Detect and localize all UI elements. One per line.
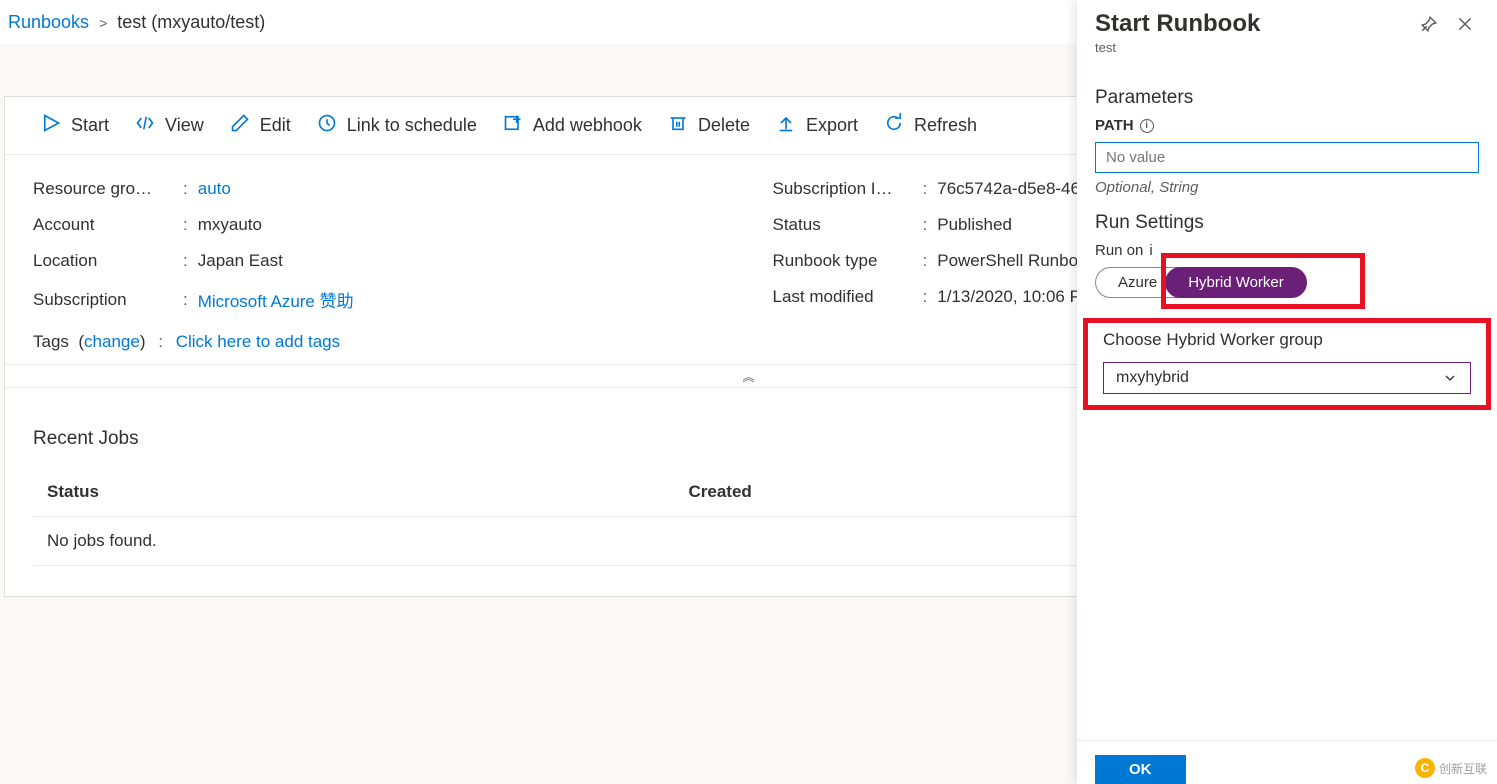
sub-key: Subscription [33, 290, 173, 310]
acct-key: Account [33, 215, 173, 235]
blade-subtitle: test [1095, 40, 1407, 55]
rg-key: Resource gro… [33, 179, 173, 199]
info-icon[interactable]: i [1140, 119, 1154, 133]
chevron-down-icon [1442, 370, 1458, 386]
run-on-toggle: Azure Hybrid Worker [1095, 267, 1307, 298]
parameters-heading: Parameters [1095, 87, 1479, 109]
ok-button[interactable]: OK [1095, 755, 1186, 784]
kv-account: Account: mxyauto [33, 207, 725, 243]
play-icon [41, 113, 61, 138]
col-status[interactable]: Status [47, 482, 689, 502]
acct-value: mxyauto [198, 215, 725, 235]
blade-title: Start Runbook [1095, 10, 1407, 38]
path-hint: Optional, String [1095, 179, 1479, 196]
hwg-select[interactable]: mxyhybrid [1103, 362, 1471, 394]
run-on-text: Run on [1095, 242, 1143, 259]
export-button[interactable]: Export [764, 106, 870, 146]
lm-key: Last modified [773, 287, 913, 307]
watermark-text: 创新互联 [1439, 760, 1487, 777]
export-label: Export [806, 115, 858, 136]
hwg-label: Choose Hybrid Worker group [1103, 330, 1471, 350]
run-on-label: Run on i [1095, 242, 1479, 259]
edit-button[interactable]: Edit [218, 106, 303, 146]
breadcrumb-root[interactable]: Runbooks [8, 12, 89, 33]
loc-key: Location [33, 251, 173, 271]
tags-label: Tags [33, 332, 69, 351]
export-icon [776, 113, 796, 138]
chevron-right-icon: > [99, 15, 107, 31]
stat-key: Status [773, 215, 913, 235]
run-settings-heading: Run Settings [1095, 212, 1479, 234]
start-label: Start [71, 115, 109, 136]
blade-header: Start Runbook test [1077, 0, 1497, 61]
loc-value: Japan East [198, 251, 725, 271]
tags-change-link[interactable]: change [84, 332, 140, 351]
start-runbook-blade: Start Runbook test Parameters PATH i Opt… [1077, 0, 1497, 784]
add-webhook-button[interactable]: Add webhook [491, 106, 654, 146]
refresh-button[interactable]: Refresh [872, 106, 989, 146]
hwg-value: mxyhybrid [1116, 369, 1189, 387]
rt-key: Runbook type [773, 251, 913, 271]
pin-button[interactable] [1415, 10, 1443, 38]
hybrid-worker-group-section: Choose Hybrid Worker group mxyhybrid [1095, 318, 1479, 408]
rg-value[interactable]: auto [198, 179, 725, 199]
pencil-icon [230, 113, 250, 138]
refresh-label: Refresh [914, 115, 977, 136]
close-button[interactable] [1451, 10, 1479, 38]
essentials-left: Resource gro…: auto Account: mxyauto Loc… [33, 171, 725, 320]
kv-location: Location: Japan East [33, 243, 725, 279]
close-icon [1456, 15, 1474, 33]
trash-icon [668, 113, 688, 138]
delete-button[interactable]: Delete [656, 106, 762, 146]
watermark: C 创新互联 [1415, 758, 1487, 778]
delete-label: Delete [698, 115, 750, 136]
start-button[interactable]: Start [29, 106, 121, 146]
link-label: Link to schedule [347, 115, 477, 136]
info-icon[interactable]: i [1149, 242, 1152, 259]
blade-body: Parameters PATH i Optional, String Run S… [1077, 61, 1497, 740]
sub-value[interactable]: Microsoft Azure 赞助 [198, 287, 725, 312]
kv-resource-group: Resource gro…: auto [33, 171, 725, 207]
watermark-logo-icon: C [1415, 758, 1435, 778]
path-label: PATH i [1095, 117, 1479, 134]
double-chevron-up-icon: ︽ [742, 368, 754, 385]
edit-label: Edit [260, 115, 291, 136]
path-input[interactable] [1095, 142, 1479, 173]
webhook-label: Add webhook [533, 115, 642, 136]
kv-subscription: Subscription: Microsoft Azure 赞助 [33, 279, 725, 320]
refresh-icon [884, 113, 904, 138]
sid-key: Subscription I… [773, 179, 913, 199]
pin-icon [1420, 15, 1438, 33]
path-label-text: PATH [1095, 117, 1134, 134]
tags-add-link[interactable]: Click here to add tags [176, 332, 340, 351]
webhook-icon [503, 113, 523, 138]
view-button[interactable]: View [123, 106, 216, 146]
view-label: View [165, 115, 204, 136]
clock-icon [317, 113, 337, 138]
code-icon [135, 113, 155, 138]
link-schedule-button[interactable]: Link to schedule [305, 106, 489, 146]
breadcrumb-current: test (mxyauto/test) [117, 12, 265, 33]
run-on-hybrid-worker[interactable]: Hybrid Worker [1165, 267, 1307, 298]
